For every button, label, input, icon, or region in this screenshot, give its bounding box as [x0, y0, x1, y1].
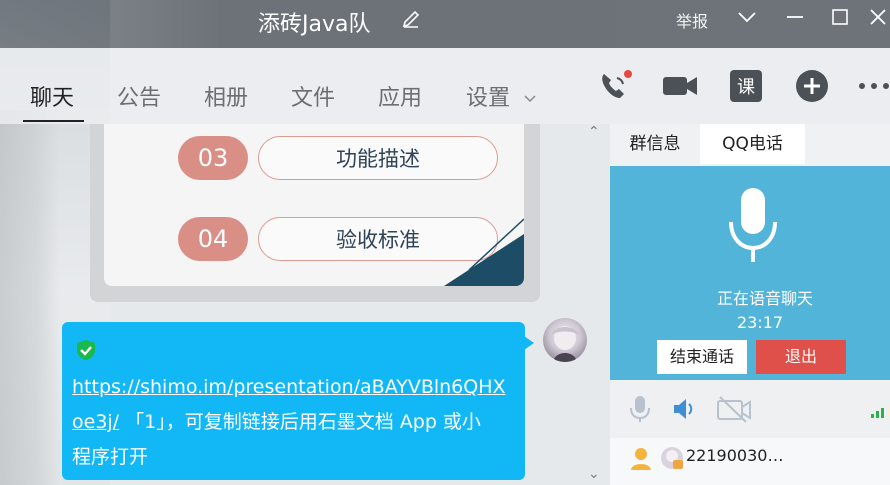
tab-qq-call[interactable]: QQ电话: [700, 124, 805, 164]
message-text-after-link: 「1」，可复制链接后用石墨文档 App 或小: [119, 411, 481, 433]
tab-apps[interactable]: 应用: [378, 80, 422, 112]
tab-chat[interactable]: 聊天: [30, 80, 74, 112]
phone-call-icon[interactable]: [596, 68, 632, 104]
tab-announcement[interactable]: 公告: [117, 80, 161, 112]
active-tab-indicator: [23, 120, 84, 122]
add-circle-icon[interactable]: [794, 68, 830, 104]
call-duration: 23:17: [736, 313, 784, 332]
tab-settings-label: 设置: [466, 86, 511, 111]
shimo-link-line-1: https://shimo.im/presentation/aBAYVBln6Q…: [72, 376, 506, 398]
edit-pencil-icon[interactable]: [400, 8, 422, 34]
lesson-icon[interactable]: 课: [728, 68, 764, 104]
tab-group-info[interactable]: 群信息: [610, 124, 700, 164]
call-status: 正在语音聊天: [716, 289, 813, 308]
message-bubble-tail: [524, 336, 534, 350]
speaker-icon[interactable]: [672, 396, 698, 422]
window-title: 添砖Java队: [258, 12, 371, 37]
video-call-icon[interactable]: [662, 68, 698, 104]
chevron-down-icon[interactable]: [735, 6, 759, 28]
member-name: 22190030…: [686, 446, 784, 465]
tab-album[interactable]: 相册: [204, 80, 248, 112]
tab-files[interactable]: 文件: [291, 80, 335, 112]
minimize-icon[interactable]: [783, 6, 807, 28]
verified-shield-icon: [77, 340, 95, 360]
svg-text:课: 课: [737, 77, 755, 98]
slide-item-number: 04: [178, 217, 248, 261]
close-icon[interactable]: [866, 6, 890, 28]
avatar[interactable]: [543, 318, 587, 362]
user-icon: [631, 448, 651, 470]
slide-decoration: [444, 218, 524, 286]
message-bubble[interactable]: https://shimo.im/presentation/aBAYVBln6Q…: [62, 322, 525, 480]
more-icon[interactable]: [856, 68, 890, 104]
scroll-down-icon[interactable]: ⌄: [588, 466, 600, 482]
report-button[interactable]: 举报: [676, 8, 708, 32]
camera-off-icon[interactable]: [716, 395, 752, 423]
message-text: https://shimo.im/presentation/aBAYVBln6Q…: [72, 370, 522, 475]
maximize-icon[interactable]: [828, 6, 852, 28]
shared-slide-image[interactable]: 03 功能描述 04 验收标准: [104, 124, 524, 286]
member-avatar: [661, 447, 683, 469]
chevron-down-icon: [524, 95, 536, 103]
microphone-icon: [729, 188, 777, 262]
shimo-link-line-2: oe3j/: [72, 411, 120, 433]
tab-settings[interactable]: 设置: [466, 80, 537, 112]
slide-item-label: 功能描述: [258, 136, 498, 180]
scroll-up-icon[interactable]: ⌃: [588, 124, 600, 140]
slide-item-number: 03: [178, 136, 248, 180]
end-call-button[interactable]: 结束通话: [657, 340, 747, 374]
mic-toggle-icon[interactable]: [628, 395, 652, 423]
signal-strength-icon: [871, 408, 884, 418]
quit-button[interactable]: 退出: [756, 340, 846, 374]
message-text-line-3: 程序打开: [72, 446, 149, 468]
